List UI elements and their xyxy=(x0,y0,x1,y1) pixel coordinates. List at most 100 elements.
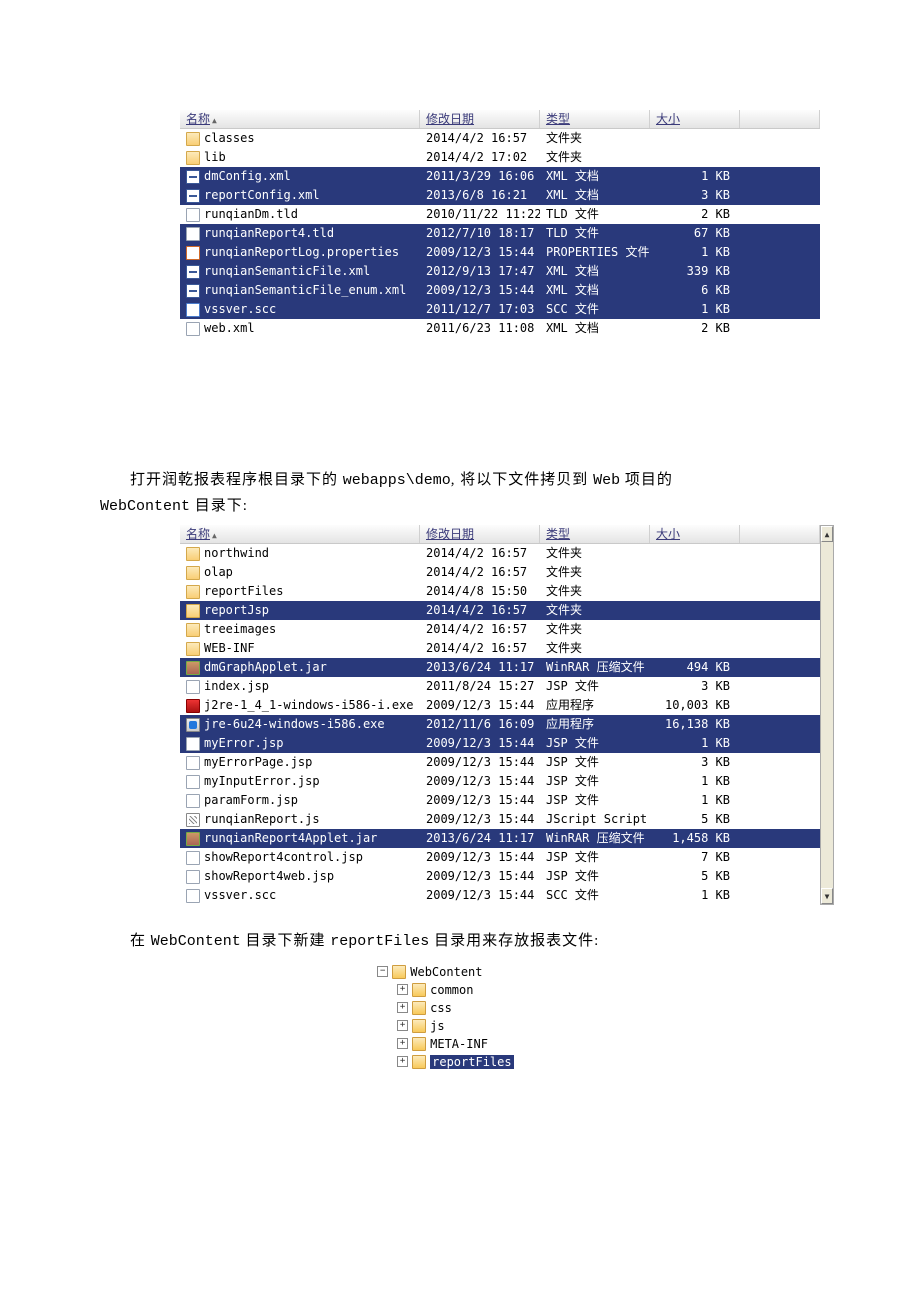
file-type: JSP 文件 xyxy=(540,677,650,696)
file-modified: 2012/7/10 18:17 xyxy=(420,224,540,243)
file-type: XML 文档 xyxy=(540,186,650,205)
file-type: 应用程序 xyxy=(540,696,650,715)
file-modified: 2012/11/6 16:09 xyxy=(420,715,540,734)
column-header-type[interactable]: 类型 xyxy=(540,110,650,128)
file-row[interactable]: dmConfig.xml2011/3/29 16:06XML 文档1 KB xyxy=(180,167,820,186)
file-row[interactable]: runqianSemanticFile_enum.xml2009/12/3 15… xyxy=(180,281,820,300)
file-row[interactable]: runqianReport4Applet.jar2013/6/24 11:17W… xyxy=(180,829,820,848)
column-header-size[interactable]: 大小 xyxy=(650,525,740,543)
tree-item-label: reportFiles xyxy=(430,1055,513,1069)
tree-item[interactable]: +common xyxy=(360,981,560,999)
file-modified: 2014/4/8 15:50 xyxy=(420,582,540,601)
file-row[interactable]: northwind2014/4/2 16:57文件夹 xyxy=(180,544,820,563)
file-row[interactable]: showReport4web.jsp2009/12/3 15:44JSP 文件5… xyxy=(180,867,820,886)
column-header-modified[interactable]: 修改日期 xyxy=(420,525,540,543)
file-row[interactable]: runqianDm.tld2010/11/22 11:22TLD 文件2 KB xyxy=(180,205,820,224)
tree-item[interactable]: +META-INF xyxy=(360,1035,560,1053)
folder-open-icon xyxy=(412,1037,426,1051)
file-type: 文件夹 xyxy=(540,148,650,167)
file-size xyxy=(650,544,740,563)
file-row[interactable]: runqianReportLog.properties2009/12/3 15:… xyxy=(180,243,820,262)
file-size xyxy=(650,563,740,582)
file-row[interactable]: myErrorPage.jsp2009/12/3 15:44JSP 文件3 KB xyxy=(180,753,820,772)
file-row[interactable]: runqianSemanticFile.xml2012/9/13 17:47XM… xyxy=(180,262,820,281)
file-row[interactable]: paramForm.jsp2009/12/3 15:44JSP 文件1 KB xyxy=(180,791,820,810)
file-size: 16,138 KB xyxy=(650,715,740,734)
file-row[interactable]: reportConfig.xml2013/6/8 16:21XML 文档3 KB xyxy=(180,186,820,205)
file-name: runqianReport.js xyxy=(204,810,320,829)
file-row[interactable]: web.xml2011/6/23 11:08XML 文档2 KB xyxy=(180,319,820,338)
file-row[interactable]: runqianReport.js2009/12/3 15:44JScript S… xyxy=(180,810,820,829)
file-row[interactable]: reportFiles2014/4/8 15:50文件夹 xyxy=(180,582,820,601)
file-scc-icon xyxy=(186,303,200,317)
file-size xyxy=(650,582,740,601)
folder-open-icon xyxy=(412,1055,426,1069)
vertical-scrollbar[interactable]: ▲ ▼ xyxy=(820,525,834,905)
column-header-size[interactable]: 大小 xyxy=(650,110,740,128)
file-row[interactable]: reportJsp2014/4/2 16:57文件夹 xyxy=(180,601,820,620)
file-name: myError.jsp xyxy=(204,734,283,753)
file-size xyxy=(650,601,740,620)
expand-icon[interactable]: + xyxy=(397,1020,408,1031)
tree-item[interactable]: + reportFiles xyxy=(360,1053,560,1071)
file-row[interactable]: j2re-1_4_1-windows-i586-i.exe2009/12/3 1… xyxy=(180,696,820,715)
file-type: XML 文档 xyxy=(540,281,650,300)
tree-item[interactable]: +css xyxy=(360,999,560,1017)
file-row[interactable]: olap2014/4/2 16:57文件夹 xyxy=(180,563,820,582)
column-header-type[interactable]: 类型 xyxy=(540,525,650,543)
file-row[interactable]: index.jsp2011/8/24 15:27JSP 文件3 KB xyxy=(180,677,820,696)
scroll-down-icon[interactable]: ▼ xyxy=(821,888,833,904)
file-row[interactable]: treeimages2014/4/2 16:57文件夹 xyxy=(180,620,820,639)
file-name: web.xml xyxy=(204,319,255,338)
file-row[interactable]: WEB-INF2014/4/2 16:57文件夹 xyxy=(180,639,820,658)
file-icon xyxy=(186,870,200,884)
exe-icon xyxy=(186,699,200,713)
expand-icon[interactable]: + xyxy=(397,1038,408,1049)
file-icon xyxy=(186,208,200,222)
expand-icon[interactable]: + xyxy=(397,1056,408,1067)
paragraph-2: 在 WebContent 目录下新建 reportFiles 目录用来存放报表文… xyxy=(100,929,820,955)
file-row[interactable]: vssver.scc2009/12/3 15:44SCC 文件1 KB xyxy=(180,886,820,905)
file-list-2: 名称▲ 修改日期 类型 大小 northwind2014/4/2 16:57文件… xyxy=(180,525,820,905)
file-type: XML 文档 xyxy=(540,262,650,281)
tree-item[interactable]: + js xyxy=(360,1017,560,1035)
file-name: myErrorPage.jsp xyxy=(204,753,312,772)
file-list-header: 名称▲ 修改日期 类型 大小 xyxy=(180,525,820,544)
file-name: reportFiles xyxy=(204,582,283,601)
file-size: 494 KB xyxy=(650,658,740,677)
tree-item-label: js xyxy=(430,1019,444,1033)
file-type: XML 文档 xyxy=(540,319,650,338)
column-header-modified[interactable]: 修改日期 xyxy=(420,110,540,128)
file-row[interactable]: runqianReport4.tld2012/7/10 18:17TLD 文件6… xyxy=(180,224,820,243)
file-name: dmGraphApplet.jar xyxy=(204,658,327,677)
file-size xyxy=(650,148,740,167)
expand-icon[interactable]: + xyxy=(397,984,408,995)
file-modified: 2014/4/2 16:57 xyxy=(420,544,540,563)
tree-root[interactable]: − WebContent xyxy=(360,963,560,981)
column-header-name[interactable]: 名称▲ xyxy=(180,525,420,543)
file-row[interactable]: myInputError.jsp2009/12/3 15:44JSP 文件1 K… xyxy=(180,772,820,791)
file-size: 1 KB xyxy=(650,772,740,791)
file-name: reportConfig.xml xyxy=(204,186,320,205)
exe2-icon xyxy=(186,718,200,732)
file-row[interactable]: dmGraphApplet.jar2013/6/24 11:17WinRAR 压… xyxy=(180,658,820,677)
file-row[interactable]: lib2014/4/2 17:02文件夹 xyxy=(180,148,820,167)
file-row[interactable]: myError.jsp2009/12/3 15:44JSP 文件1 KB xyxy=(180,734,820,753)
scroll-up-icon[interactable]: ▲ xyxy=(821,526,833,542)
file-row[interactable]: jre-6u24-windows-i586.exe2012/11/6 16:09… xyxy=(180,715,820,734)
expand-icon[interactable]: + xyxy=(397,1002,408,1013)
file-name: lib xyxy=(204,148,226,167)
file-name: runqianReportLog.properties xyxy=(204,243,399,262)
file-row[interactable]: classes2014/4/2 16:57文件夹 xyxy=(180,129,820,148)
file-type: PROPERTIES 文件 xyxy=(540,243,650,262)
folder-open-icon xyxy=(412,1001,426,1015)
file-type: JSP 文件 xyxy=(540,791,650,810)
file-size: 1 KB xyxy=(650,791,740,810)
file-list-header: 名称▲ 修改日期 类型 大小 xyxy=(180,110,820,129)
folder-icon xyxy=(186,547,200,561)
file-row[interactable]: vssver.scc2011/12/7 17:03SCC 文件1 KB xyxy=(180,300,820,319)
collapse-icon[interactable]: − xyxy=(377,966,388,977)
file-icon xyxy=(186,851,200,865)
file-row[interactable]: showReport4control.jsp2009/12/3 15:44JSP… xyxy=(180,848,820,867)
column-header-name[interactable]: 名称▲ xyxy=(180,110,420,128)
